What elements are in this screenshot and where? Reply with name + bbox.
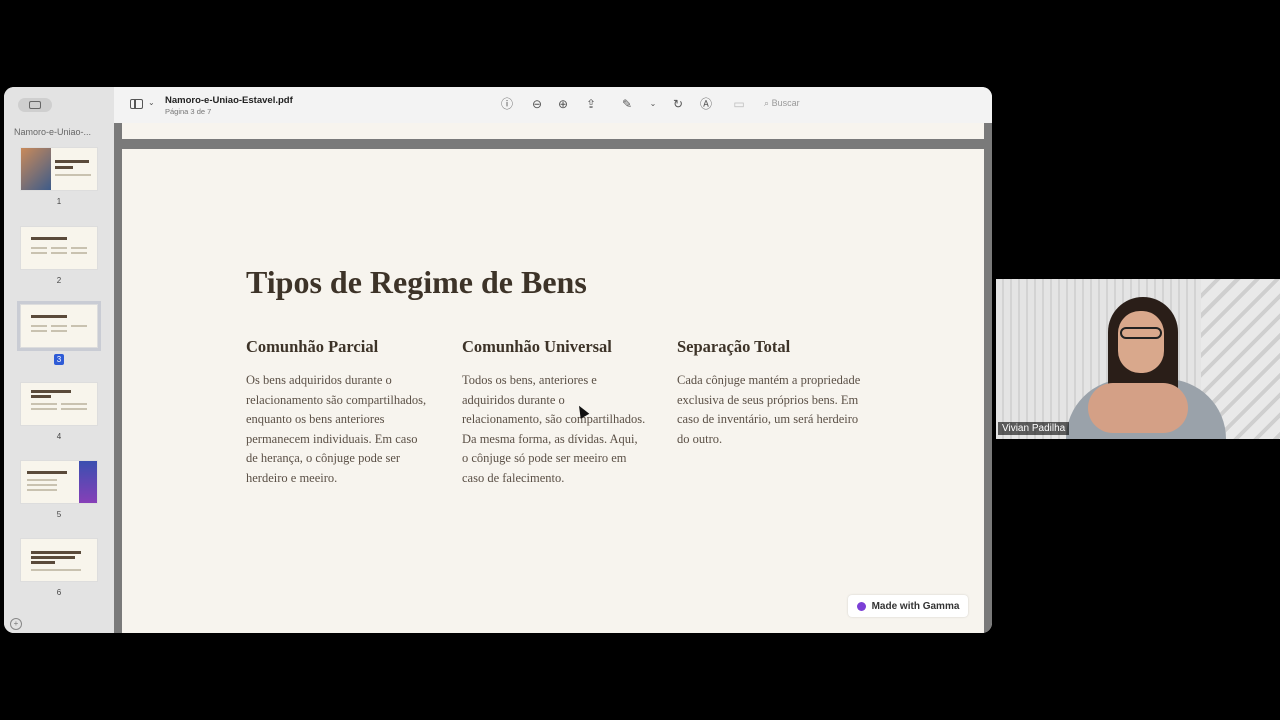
column-text: Cada cônjuge mantém a propriedade exclus… [677, 373, 861, 446]
search-field[interactable]: ⌕ Buscar [764, 98, 800, 109]
chevron-down-icon[interactable]: ⌄ [645, 96, 661, 112]
column-text: Os bens adquiridos durante o relacioname… [246, 373, 427, 485]
slide-title: Tipos de Regime de Bens [246, 264, 587, 300]
made-with-gamma-badge[interactable]: Made with Gamma [848, 595, 968, 617]
thumbnail-image [20, 382, 98, 426]
zoom-out-icon[interactable]: ⊖ [529, 96, 545, 112]
share-icon[interactable]: ⇪ [583, 96, 599, 112]
column-comunhao-parcial: Comunhão Parcial Os bens adquiridos dura… [246, 337, 431, 488]
badge-label: Made with Gamma [871, 600, 960, 612]
page-number: 4 [56, 432, 62, 441]
thumbnail-sidebar: Namoro-e-Uniao-... 1 2 3 4 5 6 + [4, 87, 115, 633]
form-fill-icon[interactable]: ▭ [731, 96, 747, 112]
page-indicator: Página 3 de 7 [165, 107, 212, 116]
participant-face [1118, 311, 1164, 373]
page-number: 2 [56, 276, 62, 285]
sidebar-icon [29, 101, 41, 109]
column-separacao-total: Separação Total Cada cônjuge mantém a pr… [677, 337, 862, 449]
chevron-down-icon[interactable]: ⌄ [148, 98, 155, 107]
column-heading: Separação Total [677, 337, 791, 356]
document-area[interactable]: Tipos de Regime de Bens Comunhão Parcial… [114, 123, 992, 633]
column-heading: Comunhão Parcial [246, 337, 379, 356]
column-text: Todos os bens, anteriores e adquiridos d… [462, 373, 646, 485]
sidebar-display-toggle[interactable] [18, 98, 52, 112]
page-number: 5 [56, 510, 62, 519]
info-icon[interactable]: ⓘ [499, 96, 515, 112]
thumbnail-image [20, 538, 98, 582]
pdf-viewer-window: Namoro-e-Uniao-... 1 2 3 4 5 6 + ⌄ Namor… [4, 87, 992, 633]
participant-name-label: Vivian Padilha [998, 422, 1070, 435]
pdf-page: Tipos de Regime de Bens Comunhão Parcial… [122, 149, 984, 633]
document-title: Namoro-e-Uniao-Estavel.pdf [165, 95, 293, 106]
thumbnail-image [17, 301, 101, 351]
video-call-tile[interactable]: Vivian Padilha [996, 279, 1280, 439]
zoom-in-icon[interactable]: ⊕ [555, 96, 571, 112]
sidebar-doc-title: Namoro-e-Uniao-... [14, 127, 92, 137]
search-placeholder: Buscar [771, 98, 800, 108]
page-number: 1 [56, 197, 62, 206]
rotate-icon[interactable]: ↻ [670, 96, 686, 112]
thumbnail-page-2[interactable]: 2 [14, 226, 104, 288]
page-number: 6 [56, 588, 62, 597]
thumbnail-page-1[interactable]: 1 [14, 147, 104, 209]
gamma-logo-icon [856, 601, 866, 611]
column-comunhao-universal: Comunhão Universal Todos os bens, anteri… [462, 337, 647, 488]
thumbnail-image [20, 460, 98, 504]
thumbnail-page-6[interactable]: 6 [14, 538, 104, 600]
sidebar-toggle-icon[interactable] [130, 99, 143, 109]
thumbnail-page-3[interactable]: 3 [14, 301, 104, 367]
thumbnail-page-5[interactable]: 5 [14, 460, 104, 522]
add-page-icon[interactable]: + [10, 618, 22, 630]
toolbar: ⌄ Namoro-e-Uniao-Estavel.pdf Página 3 de… [114, 87, 992, 124]
column-heading: Comunhão Universal [462, 337, 612, 356]
annotate-icon[interactable]: Ⓐ [698, 96, 714, 112]
participant-hands [1088, 383, 1188, 433]
glasses [1120, 327, 1162, 339]
previous-page-edge [122, 123, 984, 139]
thumbnail-page-4[interactable]: 4 [14, 382, 104, 444]
search-icon: ⌕ [764, 98, 770, 108]
thumbnail-image [20, 147, 98, 191]
markup-pen-icon[interactable]: ✎ [619, 96, 635, 112]
page-number: 3 [53, 354, 65, 365]
thumbnail-image [20, 226, 98, 270]
